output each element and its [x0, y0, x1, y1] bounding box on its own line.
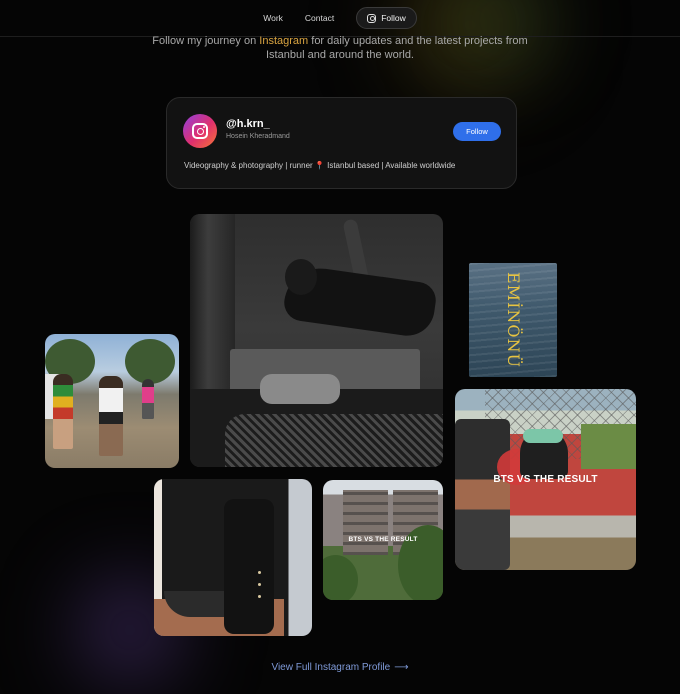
bts-caption-large: BTS VS THE RESULT	[493, 474, 598, 485]
instagram-icon	[192, 123, 208, 139]
top-navigation: Work Contact Follow	[0, 0, 680, 37]
sleeve-shape	[224, 499, 274, 634]
photo-jacket[interactable]	[154, 479, 312, 636]
blanket-shape	[225, 414, 443, 467]
building-shape	[343, 490, 388, 555]
intro-text-before: Follow my journey on	[152, 35, 260, 47]
photo-runner[interactable]	[45, 334, 179, 468]
button-dot	[258, 595, 261, 598]
tree-shape	[125, 339, 175, 384]
nav-follow-button[interactable]: Follow	[356, 7, 417, 29]
profile-handle[interactable]: @h.krn_	[226, 118, 270, 130]
spectator-shape	[53, 374, 73, 449]
runner-shape	[99, 376, 123, 456]
photo-bedroom-jump[interactable]	[190, 214, 443, 467]
intro-highlight: Instagram	[259, 35, 309, 47]
photographer-shape	[455, 419, 510, 570]
person-head-shape	[285, 259, 317, 295]
photo-eminonu[interactable]: EMİNÖNÜ	[469, 263, 557, 377]
profile-name: Hosein Kheradmand	[226, 133, 290, 140]
bio-text-before: Videography & photography | runner	[184, 161, 315, 170]
avatar[interactable]	[183, 114, 217, 148]
button-dot	[258, 583, 261, 586]
photo-street-bts[interactable]: BTS VS THE RESULT	[323, 480, 443, 600]
profile-bio: Videography & photography | runner 📍 Ist…	[184, 161, 455, 170]
bio-text-after: Istanbul based | Available worldwide	[324, 161, 456, 170]
profile-follow-button[interactable]: Follow	[453, 122, 501, 141]
pillow-shape	[260, 374, 340, 404]
location-pin-icon: 📍	[314, 161, 325, 170]
eminonu-title: EMİNÖNÜ	[504, 272, 523, 368]
view-full-profile-label: View Full Instagram Profile	[271, 662, 391, 673]
nav-item-contact[interactable]: Contact	[305, 13, 334, 23]
instagram-profile-card: @h.krn_ Hosein Kheradmand Follow Videogr…	[166, 97, 517, 189]
bts-caption-small: BTS VS THE RESULT	[348, 536, 418, 543]
nav-item-work[interactable]: Work	[263, 13, 283, 23]
bush-shape	[323, 555, 358, 600]
intro-text: Follow my journey on Instagram for daily…	[140, 34, 540, 62]
view-full-profile: View Full Instagram Profile ⟶	[0, 662, 680, 673]
runner-back-shape	[142, 379, 154, 419]
button-dot	[258, 571, 261, 574]
instagram-icon	[367, 13, 377, 23]
grass-shape	[581, 424, 636, 469]
view-full-profile-link[interactable]: View Full Instagram Profile ⟶	[271, 662, 408, 673]
photo-court-bts[interactable]: BTS VS THE RESULT	[455, 389, 636, 570]
cap-shape	[523, 429, 563, 443]
arrow-right-icon: ⟶	[394, 662, 409, 673]
nav-follow-label: Follow	[381, 13, 406, 23]
